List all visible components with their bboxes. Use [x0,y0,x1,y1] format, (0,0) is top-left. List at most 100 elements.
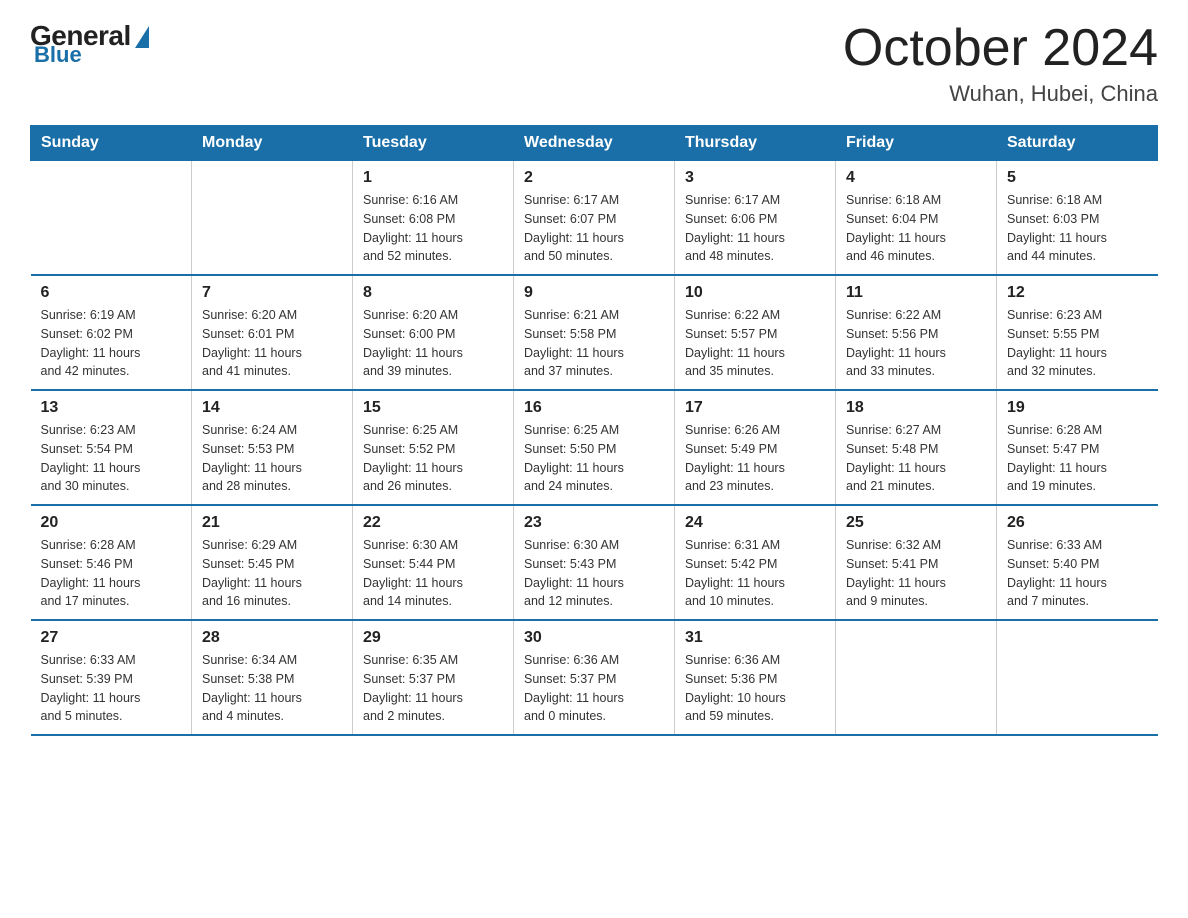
day-number: 11 [846,284,986,302]
day-number: 5 [1007,169,1148,187]
day-number: 12 [1007,284,1148,302]
header-cell-wednesday: Wednesday [514,126,675,161]
day-info: Sunrise: 6:20 AM Sunset: 6:01 PM Dayligh… [202,306,342,381]
title-block: October 2024 Wuhan, Hubei, China [843,20,1158,107]
day-cell [31,161,192,276]
day-number: 23 [524,514,664,532]
day-cell: 31Sunrise: 6:36 AM Sunset: 5:36 PM Dayli… [675,620,836,735]
day-info: Sunrise: 6:34 AM Sunset: 5:38 PM Dayligh… [202,651,342,726]
day-cell: 12 Sunrise: 6:23 AM Sunset: 5:55 PM Dayli… [997,275,1158,390]
day-cell: 29 Sunrise: 6:35 AM Sunset: 5:37 PM Dayli… [353,620,514,735]
day-cell: 19 Sunrise: 6:28 AM Sunset: 5:47 PM Dayli… [997,390,1158,505]
day-info: Sunrise: 6:28 AM Sunset: 5:46 PM Dayligh… [41,536,182,611]
month-title: October 2024 [843,20,1158,77]
day-info: Sunrise: 6:31 AM Sunset: 5:42 PM Dayligh… [685,536,825,611]
day-cell: 24 Sunrise: 6:31 AM Sunset: 5:42 PM Dayli… [675,505,836,620]
day-cell [192,161,353,276]
day-cell: 26 Sunrise: 6:33 AM Sunset: 5:40 PM Dayli… [997,505,1158,620]
day-number: 16 [524,399,664,417]
week-row-2: 6 Sunrise: 6:19 AM Sunset: 6:02 PM Daylig… [31,275,1158,390]
day-cell: 25 Sunrise: 6:32 AM Sunset: 5:41 PM Dayli… [836,505,997,620]
day-info: Sunrise: 6:18 AM Sunset: 6:04 PM Dayligh… [846,191,986,266]
day-info: Sunrise: 6:32 AM Sunset: 5:41 PM Dayligh… [846,536,986,611]
day-number: 25 [846,514,986,532]
day-cell: 27Sunrise: 6:33 AM Sunset: 5:39 PM Dayli… [31,620,192,735]
day-info: Sunrise: 6:36 AM Sunset: 5:36 PM Dayligh… [685,651,825,726]
logo-triangle-icon [135,26,149,48]
day-number: 10 [685,284,825,302]
day-cell: 8Sunrise: 6:20 AM Sunset: 6:00 PM Daylig… [353,275,514,390]
day-info: Sunrise: 6:17 AM Sunset: 6:06 PM Dayligh… [685,191,825,266]
day-cell: 9Sunrise: 6:21 AM Sunset: 5:58 PM Daylig… [514,275,675,390]
day-info: Sunrise: 6:35 AM Sunset: 5:37 PM Dayligh… [363,651,503,726]
day-info: Sunrise: 6:33 AM Sunset: 5:39 PM Dayligh… [41,651,182,726]
day-cell: 20Sunrise: 6:28 AM Sunset: 5:46 PM Dayli… [31,505,192,620]
day-cell: 1 Sunrise: 6:16 AM Sunset: 6:08 PM Daylig… [353,161,514,276]
header-cell-friday: Friday [836,126,997,161]
day-info: Sunrise: 6:18 AM Sunset: 6:03 PM Dayligh… [1007,191,1148,266]
day-info: Sunrise: 6:25 AM Sunset: 5:52 PM Dayligh… [363,421,503,496]
day-cell: 5 Sunrise: 6:18 AM Sunset: 6:03 PM Daylig… [997,161,1158,276]
day-info: Sunrise: 6:27 AM Sunset: 5:48 PM Dayligh… [846,421,986,496]
week-row-5: 27Sunrise: 6:33 AM Sunset: 5:39 PM Dayli… [31,620,1158,735]
day-cell: 16 Sunrise: 6:25 AM Sunset: 5:50 PM Dayli… [514,390,675,505]
day-cell: 15 Sunrise: 6:25 AM Sunset: 5:52 PM Dayli… [353,390,514,505]
day-cell: 13Sunrise: 6:23 AM Sunset: 5:54 PM Dayli… [31,390,192,505]
day-number: 29 [363,629,503,647]
header-cell-tuesday: Tuesday [353,126,514,161]
day-cell: 6 Sunrise: 6:19 AM Sunset: 6:02 PM Daylig… [31,275,192,390]
day-info: Sunrise: 6:23 AM Sunset: 5:55 PM Dayligh… [1007,306,1148,381]
day-number: 6 [41,284,182,302]
day-number: 15 [363,399,503,417]
header-cell-monday: Monday [192,126,353,161]
day-info: Sunrise: 6:21 AM Sunset: 5:58 PM Dayligh… [524,306,664,381]
day-cell [836,620,997,735]
day-number: 28 [202,629,342,647]
day-number: 3 [685,169,825,187]
week-row-1: 1 Sunrise: 6:16 AM Sunset: 6:08 PM Daylig… [31,161,1158,276]
day-number: 30 [524,629,664,647]
header-row: SundayMondayTuesdayWednesdayThursdayFrid… [31,126,1158,161]
day-number: 14 [202,399,342,417]
day-cell: 11 Sunrise: 6:22 AM Sunset: 5:56 PM Dayli… [836,275,997,390]
day-number: 19 [1007,399,1148,417]
day-info: Sunrise: 6:16 AM Sunset: 6:08 PM Dayligh… [363,191,503,266]
day-number: 18 [846,399,986,417]
calendar-body: 1 Sunrise: 6:16 AM Sunset: 6:08 PM Daylig… [31,161,1158,736]
day-cell: 7Sunrise: 6:20 AM Sunset: 6:01 PM Daylig… [192,275,353,390]
day-number: 2 [524,169,664,187]
header-cell-saturday: Saturday [997,126,1158,161]
day-cell: 14Sunrise: 6:24 AM Sunset: 5:53 PM Dayli… [192,390,353,505]
day-number: 1 [363,169,503,187]
day-info: Sunrise: 6:22 AM Sunset: 5:56 PM Dayligh… [846,306,986,381]
day-info: Sunrise: 6:28 AM Sunset: 5:47 PM Dayligh… [1007,421,1148,496]
day-info: Sunrise: 6:33 AM Sunset: 5:40 PM Dayligh… [1007,536,1148,611]
day-cell: 4Sunrise: 6:18 AM Sunset: 6:04 PM Daylig… [836,161,997,276]
calendar-table: SundayMondayTuesdayWednesdayThursdayFrid… [30,125,1158,736]
day-cell: 10 Sunrise: 6:22 AM Sunset: 5:57 PM Dayli… [675,275,836,390]
day-cell: 28 Sunrise: 6:34 AM Sunset: 5:38 PM Dayli… [192,620,353,735]
day-number: 24 [685,514,825,532]
day-cell: 22 Sunrise: 6:30 AM Sunset: 5:44 PM Dayli… [353,505,514,620]
day-cell: 30 Sunrise: 6:36 AM Sunset: 5:37 PM Dayli… [514,620,675,735]
day-number: 26 [1007,514,1148,532]
day-info: Sunrise: 6:36 AM Sunset: 5:37 PM Dayligh… [524,651,664,726]
day-cell: 21Sunrise: 6:29 AM Sunset: 5:45 PM Dayli… [192,505,353,620]
day-number: 17 [685,399,825,417]
day-number: 13 [41,399,182,417]
logo: General Blue [30,20,149,68]
day-info: Sunrise: 6:30 AM Sunset: 5:44 PM Dayligh… [363,536,503,611]
calendar-header: SundayMondayTuesdayWednesdayThursdayFrid… [31,126,1158,161]
day-info: Sunrise: 6:20 AM Sunset: 6:00 PM Dayligh… [363,306,503,381]
day-cell: 17Sunrise: 6:26 AM Sunset: 5:49 PM Dayli… [675,390,836,505]
day-info: Sunrise: 6:19 AM Sunset: 6:02 PM Dayligh… [41,306,182,381]
day-cell [997,620,1158,735]
week-row-3: 13Sunrise: 6:23 AM Sunset: 5:54 PM Dayli… [31,390,1158,505]
day-info: Sunrise: 6:22 AM Sunset: 5:57 PM Dayligh… [685,306,825,381]
day-number: 22 [363,514,503,532]
day-info: Sunrise: 6:25 AM Sunset: 5:50 PM Dayligh… [524,421,664,496]
header-cell-thursday: Thursday [675,126,836,161]
location-text: Wuhan, Hubei, China [843,81,1158,107]
day-cell: 2Sunrise: 6:17 AM Sunset: 6:07 PM Daylig… [514,161,675,276]
day-cell: 18 Sunrise: 6:27 AM Sunset: 5:48 PM Dayli… [836,390,997,505]
